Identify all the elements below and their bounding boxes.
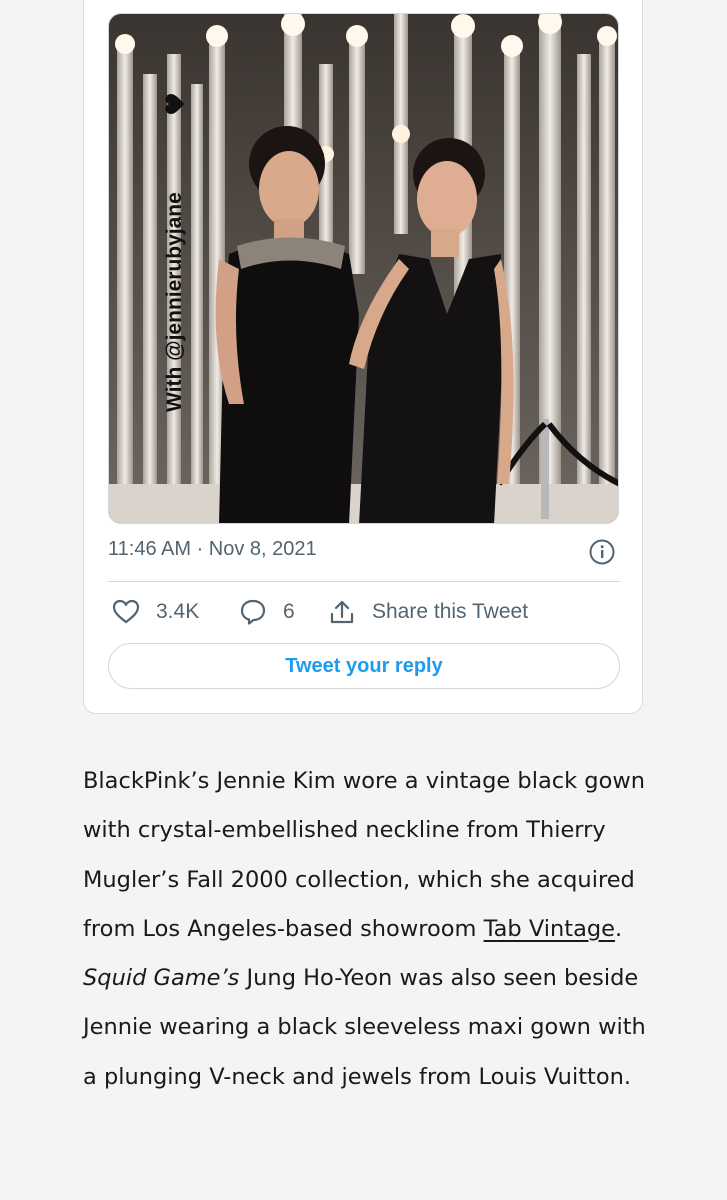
divider bbox=[108, 581, 620, 582]
photo-caption: With @jennierubyjane bbox=[163, 192, 186, 412]
like-action[interactable]: 3.4K bbox=[112, 596, 199, 628]
article-paragraph: BlackPink’s Jennie Kim wore a vintage bl… bbox=[83, 757, 663, 1102]
info-icon[interactable] bbox=[589, 539, 615, 565]
share-action[interactable]: Share this Tweet bbox=[328, 596, 528, 628]
heart-icon bbox=[112, 599, 140, 624]
comment-icon bbox=[240, 599, 266, 625]
tweet-your-reply-button[interactable]: Tweet your reply bbox=[108, 643, 620, 689]
tweet-timestamp[interactable]: 11:46 AM · Nov 8, 2021 bbox=[108, 538, 317, 561]
reply-action[interactable]: 6 bbox=[239, 596, 295, 628]
tab-vintage-link[interactable]: Tab Vintage bbox=[484, 916, 615, 942]
share-icon bbox=[330, 600, 354, 624]
tweet-photo[interactable]: With @jennierubyjane bbox=[108, 13, 619, 524]
article-text-punct: . bbox=[614, 915, 623, 942]
like-count: 3.4K bbox=[156, 600, 200, 623]
article-italic-text: Squid Game’s bbox=[83, 965, 240, 992]
tweet-actions: 3.4K 6 Share this Tweet bbox=[108, 596, 620, 628]
reply-count: 6 bbox=[283, 600, 295, 623]
share-label: Share this Tweet bbox=[372, 600, 529, 623]
